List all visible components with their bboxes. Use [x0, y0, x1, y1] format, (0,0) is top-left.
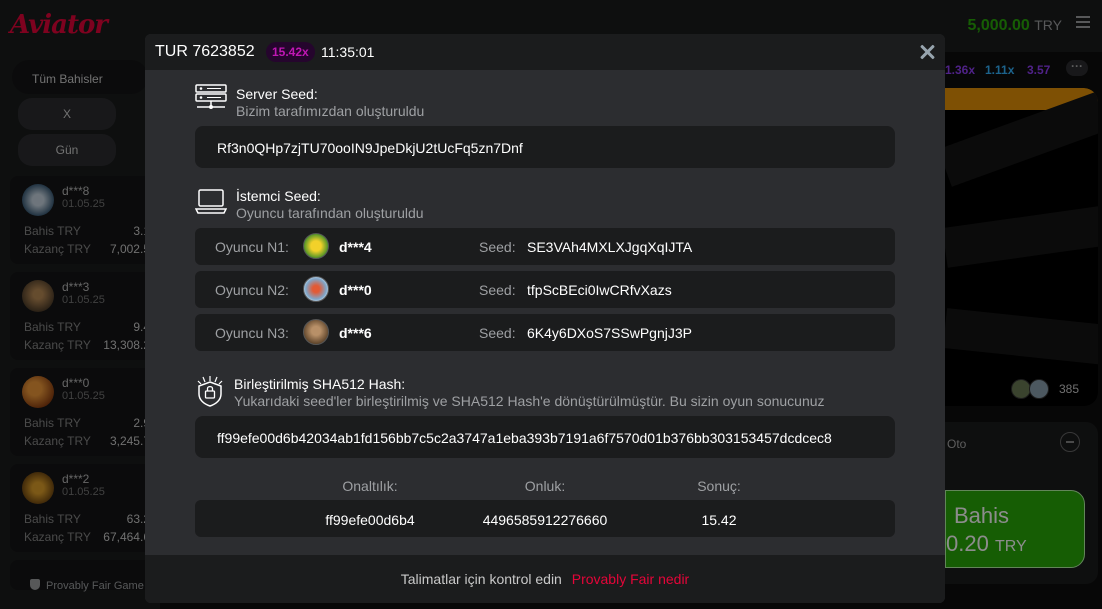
- hash-subtitle: Yukarıdaki seed'ler birleştirilmiş ve SH…: [234, 393, 825, 409]
- round-time: 11:35:01: [321, 44, 375, 60]
- page: Aviator 5,000.00 TRY Tüm Bahisler X Gün …: [0, 0, 1102, 609]
- round-details-modal: TUR 7623852 15.42x 11:35:01 Server Seed:…: [145, 34, 945, 603]
- server-seed-title: Server Seed:: [236, 86, 318, 102]
- player-name: d***0: [339, 282, 372, 298]
- server-icon: [195, 84, 227, 109]
- modal-header: TUR 7623852 15.42x 11:35:01: [145, 34, 945, 70]
- round-multiplier-badge: 15.42x: [266, 42, 315, 62]
- decimal-value: 4496585912276660: [482, 512, 608, 528]
- player-avatar: [303, 319, 329, 345]
- client-seed-row: Oyuncu N2: d***0 Seed: tfpScBEci0IwCRfvX…: [195, 271, 895, 308]
- laptop-icon: [195, 189, 227, 214]
- footer-text: Talimatlar için kontrol edin: [400, 571, 562, 587]
- server-seed-value: Rf3n0QHp7zjTU70ooIN9JpeDkjU2tUcFq5zn7Dnf: [195, 126, 895, 168]
- client-seed-row: Oyuncu N3: d***6 Seed: 6K4y6DXoS7SSwPgnj…: [195, 314, 895, 351]
- seed-label: Seed:: [479, 239, 516, 255]
- result-value: 15.42: [701, 512, 737, 528]
- player-name: d***6: [339, 325, 372, 341]
- player-seed: SE3VAh4MXLXJgqXqIJTA: [527, 239, 693, 255]
- player-label: Oyuncu N2:: [215, 282, 289, 298]
- player-name: d***4: [339, 239, 372, 255]
- hex-label: Onaltılık:: [342, 478, 398, 494]
- client-seed-row: Oyuncu N1: d***4 Seed: SE3VAh4MXLXJgqXqI…: [195, 228, 895, 265]
- client-seed-title: İstemci Seed:: [236, 188, 321, 204]
- player-label: Oyuncu N3:: [215, 325, 289, 341]
- close-icon[interactable]: [919, 44, 935, 60]
- modal-footer: Talimatlar için kontrol edin Provably Fa…: [145, 555, 945, 603]
- result-values-row: ff99efe00d6b4 4496585912276660 15.42: [195, 500, 895, 537]
- round-id: TUR 7623852: [155, 43, 255, 60]
- player-seed: tfpScBEci0IwCRfvXazs: [527, 282, 672, 298]
- player-label: Oyuncu N1:: [215, 239, 289, 255]
- hex-value: ff99efe00d6b4: [325, 512, 415, 528]
- hash-value: ff99efe00d6b42034ab1fd156bb7c5c2a3747a1e…: [195, 416, 895, 458]
- server-seed-subtitle: Bizim tarafımızdan oluşturuldu: [236, 103, 425, 119]
- seed-label: Seed:: [479, 325, 516, 341]
- client-seed-subtitle: Oyuncu tarafından oluşturuldu: [236, 205, 424, 221]
- player-seed: 6K4y6DXoS7SSwPgnjJ3P: [527, 325, 692, 341]
- hash-title: Birleştirilmiş SHA512 Hash:: [234, 376, 406, 392]
- seed-label: Seed:: [479, 282, 516, 298]
- result-label: Sonuç:: [697, 478, 741, 494]
- player-avatar: [303, 233, 329, 259]
- provably-fair-link[interactable]: Provably Fair nedir: [572, 571, 690, 587]
- hash-lock-icon: [197, 376, 223, 407]
- decimal-label: Onluk:: [524, 478, 566, 494]
- player-avatar: [303, 276, 329, 302]
